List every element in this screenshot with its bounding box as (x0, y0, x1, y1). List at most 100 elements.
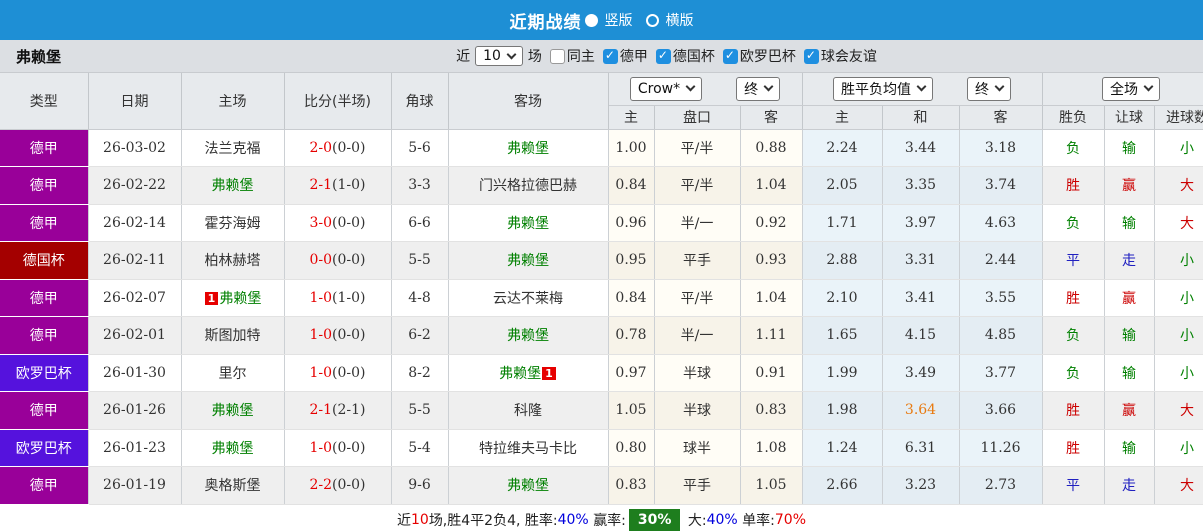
radio-vertical-icon[interactable] (584, 13, 598, 27)
goals-result-cell: 大 (1154, 466, 1203, 505)
avg-away-cell: 2.44 (959, 241, 1043, 280)
away-odds-cell: 0.83 (740, 391, 803, 430)
avg-draw-cell: 3.44 (882, 129, 960, 167)
filter-bar: 弗赖堡 近 10 场 同主 德甲 德国杯 欧罗巴杯 球会友谊 (0, 40, 1203, 73)
avg-draw-cell: 3.64 (882, 391, 960, 430)
home-odds-cell: 0.84 (608, 279, 655, 317)
bookmaker-time-select[interactable]: 终 (736, 76, 781, 101)
corner-cell: 4-8 (391, 279, 449, 317)
corner-cell: 5-6 (391, 129, 449, 167)
avg-home-cell: 1.24 (802, 429, 883, 467)
radio-horizontal-label[interactable]: 横版 (666, 10, 694, 30)
home-team-cell: 弗赖堡 (181, 166, 285, 205)
score-cell: 1-0(1-0) (284, 279, 392, 317)
handicap-cell: 球半 (654, 429, 741, 467)
handicap-result-cell: 输 (1104, 129, 1155, 167)
page-title: 近期战绩 (509, 12, 582, 33)
league-dejia-checkbox[interactable] (602, 48, 618, 64)
avg-odds-select[interactable]: 胜平负均值 (833, 76, 933, 101)
subheader-avg-draw: 和 (882, 105, 960, 130)
same-home-label[interactable]: 同主 (567, 46, 595, 66)
handicap-result-cell: 输 (1104, 429, 1155, 467)
league-cell: 德国杯 (0, 241, 89, 280)
col-header-away: 客场 (448, 73, 609, 130)
home-team-cell: 斯图加特 (181, 316, 285, 355)
avg-draw-cell: 3.97 (882, 204, 960, 242)
league-deguobei-label[interactable]: 德国杯 (673, 46, 715, 66)
goals-result-cell: 小 (1154, 354, 1203, 392)
league-ouluobabei-label[interactable]: 欧罗巴杯 (740, 46, 796, 66)
chevron-down-icon (1143, 81, 1154, 92)
avg-away-cell: 3.74 (959, 166, 1043, 205)
avg-away-cell: 2.73 (959, 466, 1043, 505)
result-cell: 负 (1042, 129, 1105, 167)
scope-select[interactable]: 全场 (1102, 76, 1160, 101)
subheader-avg-home: 主 (802, 105, 883, 130)
away-odds-cell: 1.04 (740, 166, 803, 205)
handicap-cell: 平/半 (654, 279, 741, 317)
league-deguobei-checkbox[interactable] (655, 48, 671, 64)
date-cell: 26-02-11 (88, 241, 182, 280)
table-row: 德甲 26-03-02 法兰克福 2-0(0-0) 5-6 弗赖堡 1.00 平… (0, 129, 1203, 167)
title-bar: 近期战绩 竖版 横版 (0, 0, 1203, 40)
score-cell: 1-0(0-0) (284, 316, 392, 355)
avg-home-cell: 1.71 (802, 204, 883, 242)
away-team-cell: 弗赖堡 (448, 466, 609, 505)
avg-home-cell: 2.10 (802, 279, 883, 317)
match-count-select[interactable]: 10 (475, 46, 523, 66)
results-table-wrap: 类型 日期 主场 比分(半场) 角球 客场 Crow* 终 胜平负均值 终 全场… (0, 73, 1203, 505)
date-cell: 26-02-01 (88, 316, 182, 355)
chevron-down-icon (506, 49, 517, 59)
filter-controls: 近 10 场 同主 德甲 德国杯 欧罗巴杯 球会友谊 (326, 46, 877, 66)
date-cell: 26-03-02 (88, 129, 182, 167)
away-team-cell: 弗赖堡 (448, 241, 609, 280)
goals-result-cell: 小 (1154, 316, 1203, 355)
same-home-checkbox[interactable] (549, 48, 565, 64)
result-cell: 胜 (1042, 429, 1105, 467)
subheader-handicap: 盘口 (654, 105, 741, 130)
score-cell: 2-1(1-0) (284, 166, 392, 205)
league-cell: 德甲 (0, 279, 89, 317)
avg-home-cell: 1.99 (802, 354, 883, 392)
result-cell: 胜 (1042, 166, 1105, 205)
league-friendly-label[interactable]: 球会友谊 (821, 46, 877, 66)
handicap-cell: 半球 (654, 391, 741, 430)
summary-text: 近 (396, 512, 411, 529)
table-row: 德甲 26-02-07 1 弗赖堡 1-0(1-0) 4-8 云达不莱梅 0.84… (0, 279, 1203, 317)
table-row: 德国杯 26-02-11 柏林赫塔 0-0(0-0) 5-5 弗赖堡 0.95 … (0, 241, 1203, 280)
league-cell: 欧罗巴杯 (0, 429, 89, 467)
avg-draw-cell: 3.41 (882, 279, 960, 317)
radio-vertical-label[interactable]: 竖版 (605, 10, 633, 30)
away-odds-cell: 0.92 (740, 204, 803, 242)
date-cell: 26-01-26 (88, 391, 182, 430)
home-odds-cell: 0.97 (608, 354, 655, 392)
avg-away-cell: 3.66 (959, 391, 1043, 430)
table-row: 德甲 26-01-26 弗赖堡 2-1(2-1) 5-5 科隆 1.05 半球 … (0, 391, 1203, 430)
radio-horizontal-icon[interactable] (645, 13, 659, 27)
handicap-win-pct-badge: 30% (628, 508, 681, 531)
league-dejia-label[interactable]: 德甲 (620, 46, 648, 66)
team-name: 弗赖堡 (16, 47, 62, 66)
home-odds-cell: 0.83 (608, 466, 655, 505)
score-cell: 0-0(0-0) (284, 241, 392, 280)
corner-cell: 5-4 (391, 429, 449, 467)
summary-text: 赢率: (593, 512, 626, 529)
home-odds-cell: 1.05 (608, 391, 655, 430)
league-ouluobabei-checkbox[interactable] (722, 48, 738, 64)
goals-result-cell: 大 (1154, 391, 1203, 430)
bookmaker-select[interactable]: Crow* (629, 76, 703, 101)
avg-time-select[interactable]: 终 (967, 76, 1011, 101)
home-team-cell: 柏林赫塔 (181, 241, 285, 280)
corner-cell: 8-2 (391, 354, 449, 392)
score-cell: 1-0(0-0) (284, 429, 392, 467)
home-team-cell: 奥格斯堡 (181, 466, 285, 505)
away-team-cell: 门兴格拉德巴赫 (448, 166, 609, 205)
away-team-cell: 弗赖堡 1 (448, 354, 609, 392)
handicap-result-cell: 走 (1104, 241, 1155, 280)
score-cell: 2-1(2-1) (284, 391, 392, 430)
result-cell: 负 (1042, 204, 1105, 242)
handicap-cell: 半/一 (654, 316, 741, 355)
matches-label: 场 (527, 49, 542, 65)
home-team-cell: 弗赖堡 (181, 391, 285, 430)
league-friendly-checkbox[interactable] (803, 48, 819, 64)
